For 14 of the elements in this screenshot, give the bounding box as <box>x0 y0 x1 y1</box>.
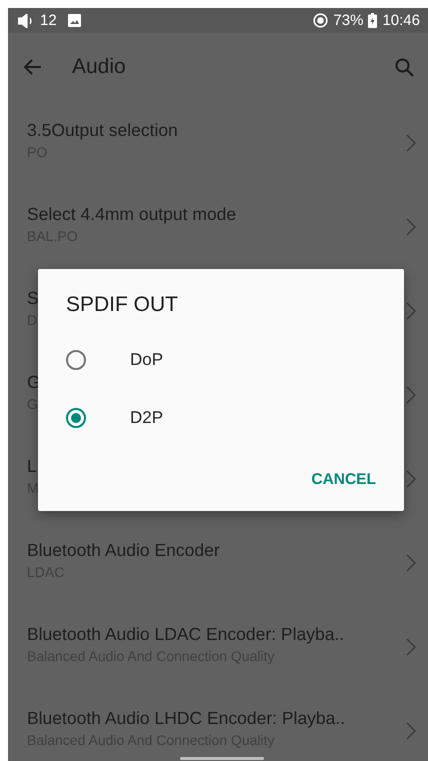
clock: 10:46 <box>382 12 420 29</box>
item-title: Bluetooth Audio LHDC Encoder: Playba.. <box>27 708 346 729</box>
battery-percent: 73% <box>333 12 364 29</box>
item-title: Select 4.4mm output mode <box>27 204 236 225</box>
item-title: Bluetooth Audio LDAC Encoder: Playba.. <box>27 624 344 645</box>
page-title: Audio <box>72 55 127 79</box>
item-title: S <box>27 288 39 309</box>
item-title: 3.5Output selection <box>27 120 178 141</box>
option-label: D2P <box>130 408 164 428</box>
option-label: DoP <box>130 350 164 370</box>
volume-level: 12 <box>40 12 57 29</box>
item-title: Bluetooth Audio Encoder <box>27 540 220 561</box>
dialog-title: SPDIF OUT <box>66 293 180 317</box>
item-title: L <box>27 456 37 477</box>
